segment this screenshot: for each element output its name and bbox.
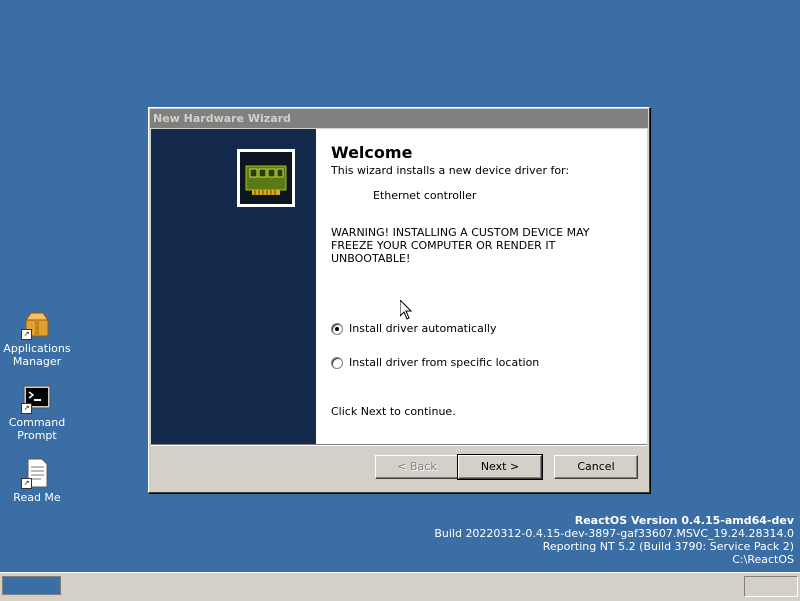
back-button[interactable]: < Back	[375, 455, 459, 479]
system-tray[interactable]	[744, 576, 798, 597]
cancel-button[interactable]: Cancel	[554, 455, 638, 479]
build-line: Build 20220312-0.4.15-dev-3897-gaf33607.…	[434, 527, 794, 540]
radio-label: Install driver from specific location	[349, 356, 540, 369]
next-button[interactable]: Next >	[457, 454, 543, 480]
divider	[151, 444, 647, 446]
version-line: ReactOS Version 0.4.15-amd64-dev	[574, 514, 794, 527]
desktop-icon-label: Command Prompt	[8, 416, 66, 442]
desktop-icon-applications-manager[interactable]: ↗ Applications Manager	[1, 308, 73, 368]
wizard-sidebar	[151, 129, 316, 444]
system-path-line: C:\ReactOS	[732, 553, 794, 566]
radio-button-checked[interactable]	[331, 322, 343, 335]
warning-text: WARNING! INSTALLING A CUSTOM DEVICE MAY …	[331, 226, 590, 265]
device-name: Ethernet controller	[373, 189, 477, 202]
dialog-titlebar[interactable]: New Hardware Wizard	[150, 109, 648, 128]
desktop-icon-command-prompt[interactable]: ↗ Command Prompt	[1, 382, 73, 442]
document-icon: ↗	[21, 457, 53, 489]
wizard-main: Welcome This wizard installs a new devic…	[331, 129, 641, 444]
start-button[interactable]	[2, 576, 61, 595]
instruction-text: Click Next to continue.	[331, 405, 456, 418]
terminal-icon: ↗	[21, 382, 53, 414]
radio-install-specific-location[interactable]: Install driver from specific location	[331, 356, 539, 369]
page-title: Welcome	[331, 143, 413, 162]
hardware-card-icon	[237, 149, 295, 207]
radio-install-automatically[interactable]: Install driver automatically	[331, 322, 496, 335]
desktop-icon-read-me[interactable]: ↗ Read Me	[1, 457, 73, 504]
reporting-line: Reporting NT 5.2 (Build 3790: Service Pa…	[542, 540, 794, 553]
desktop-icon-label: Read Me	[13, 491, 61, 504]
version-info: ReactOS Version 0.4.15-amd64-dev Build 2…	[434, 514, 794, 566]
desktop-icon-label: Applications Manager	[3, 342, 71, 368]
wizard-content: Welcome This wizard installs a new devic…	[151, 129, 647, 444]
radio-label: Install driver automatically	[349, 322, 497, 335]
package-icon: ↗	[21, 308, 53, 340]
taskbar	[0, 572, 800, 601]
radio-button[interactable]	[331, 356, 343, 369]
mouse-cursor-icon	[400, 300, 412, 320]
wizard-description: This wizard installs a new device driver…	[331, 164, 570, 177]
new-hardware-wizard-dialog: New Hardware Wizard Welcome This wizard …	[148, 107, 650, 493]
